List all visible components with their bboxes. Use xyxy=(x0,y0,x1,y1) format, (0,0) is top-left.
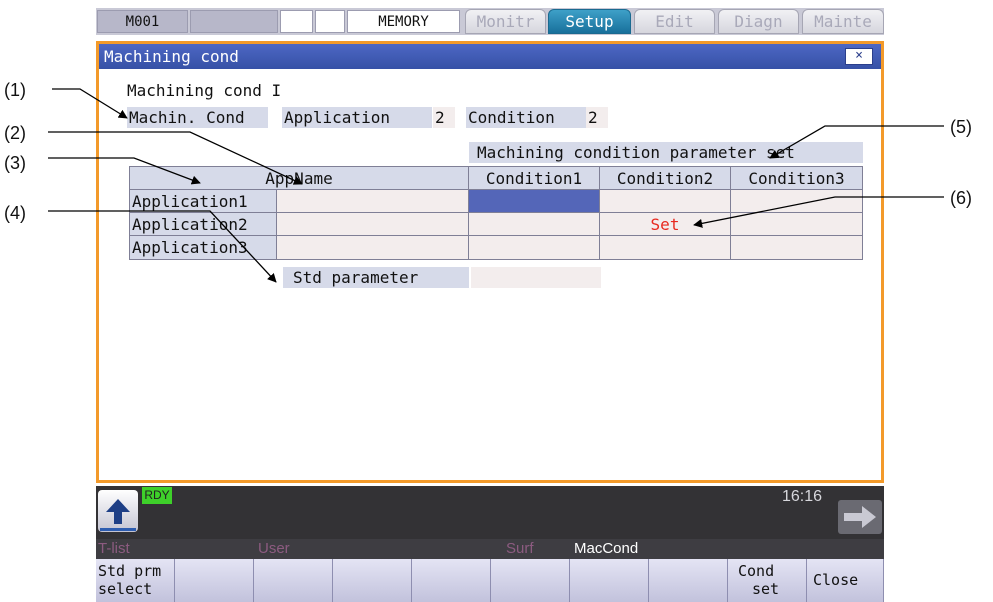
back-button[interactable] xyxy=(98,490,138,532)
menu-label-maccond: MacCond xyxy=(574,540,639,557)
softkey-empty[interactable] xyxy=(570,559,649,602)
softkey-cond-set[interactable]: Cond set xyxy=(728,559,807,602)
softkey-empty[interactable] xyxy=(649,559,728,602)
softkey-empty[interactable] xyxy=(412,559,491,602)
next-menu-button[interactable] xyxy=(838,500,882,534)
menu-label-user: User xyxy=(258,540,290,557)
ready-indicator: RDY xyxy=(142,487,172,504)
softkey-label: select xyxy=(98,580,153,598)
softkey-std-prm-select[interactable]: Std prm select xyxy=(96,559,175,602)
softkey-empty[interactable] xyxy=(333,559,412,602)
menu-label-surf: Surf xyxy=(506,540,534,557)
callout-arrow-3 xyxy=(48,157,201,185)
callout-arrow-6 xyxy=(693,196,944,228)
callout-arrow-1 xyxy=(52,88,128,119)
softkey-empty[interactable] xyxy=(254,559,333,602)
softkey-label: Std prm xyxy=(98,562,162,580)
callout-arrow-4 xyxy=(48,210,277,283)
right-arrow-icon xyxy=(844,506,876,528)
clock: 16:16 xyxy=(782,488,823,505)
softkey-label: set xyxy=(752,580,780,598)
softkey-label: Cond xyxy=(738,562,775,580)
status-bar: RDY 16:16 xyxy=(96,486,884,539)
softkey-empty[interactable] xyxy=(491,559,570,602)
callout-arrow-5 xyxy=(769,125,944,159)
menu-label-row: T-list User Surf MacCond xyxy=(96,539,884,559)
softkey-label: Close xyxy=(813,571,859,589)
softkey-empty[interactable] xyxy=(175,559,254,602)
softkey-close[interactable]: Close xyxy=(807,559,884,602)
menu-label-t-list: T-list xyxy=(98,540,130,557)
up-arrow-icon xyxy=(100,499,136,531)
softkey-bar: Std prm select Cond set Close xyxy=(96,559,884,602)
